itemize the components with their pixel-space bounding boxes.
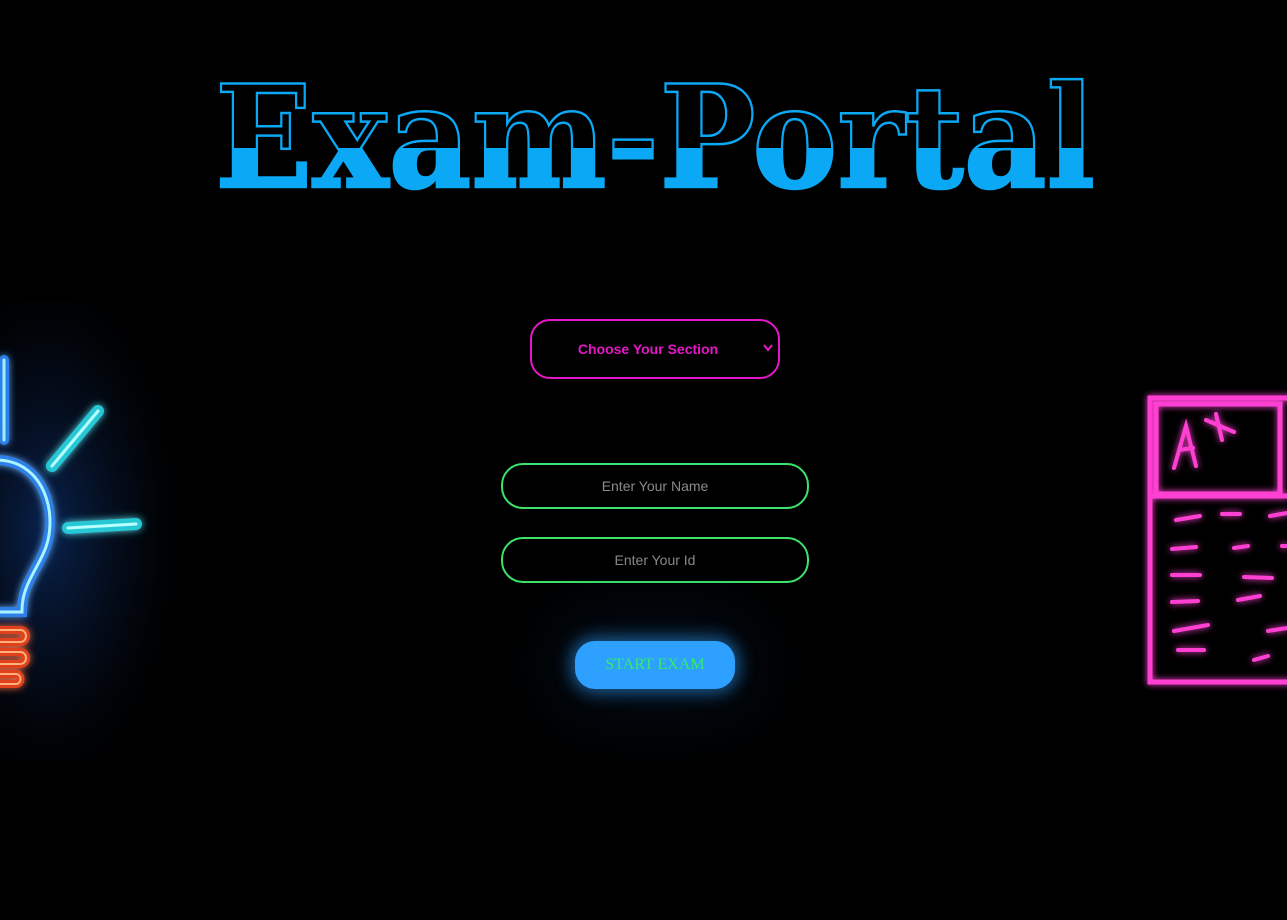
section-select[interactable]: Choose Your Section bbox=[530, 319, 780, 379]
exam-portal-page: Exam-Portal Choose Your Section START EX… bbox=[0, 0, 1287, 920]
neon-exam-paper-icon bbox=[1147, 395, 1287, 685]
name-field[interactable] bbox=[501, 463, 809, 509]
neon-lightbulb-icon bbox=[0, 300, 240, 760]
page-title: Exam-Portal bbox=[0, 62, 1287, 202]
page-title-text: Exam-Portal bbox=[215, 62, 1095, 202]
start-exam-button[interactable]: START EXAM bbox=[575, 641, 735, 689]
id-field[interactable] bbox=[501, 537, 809, 583]
